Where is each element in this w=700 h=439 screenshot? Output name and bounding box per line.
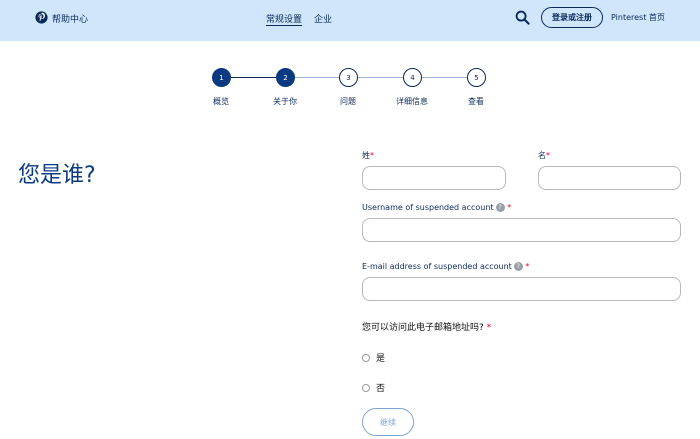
pinterest-logo-icon[interactable] xyxy=(35,11,48,24)
email-label-text: E-mail address of suspended account xyxy=(362,262,512,271)
step-connector xyxy=(295,77,340,78)
step-4-indicator: 4 xyxy=(403,68,422,87)
step-4-label: 详细信息 xyxy=(396,97,428,106)
step-3-indicator: 3 xyxy=(339,68,358,87)
last-name-input[interactable] xyxy=(362,166,506,190)
continue-button[interactable]: 继续 xyxy=(362,408,414,436)
required-mark: * xyxy=(507,203,512,212)
step-connector xyxy=(231,77,276,78)
pinterest-home-link[interactable]: Pinterest 首页 xyxy=(611,12,665,23)
step-5-label: 查看 xyxy=(468,97,484,106)
email-access-question: 您可以访问此电子邮箱地址吗? * xyxy=(362,320,491,333)
email-label: E-mail address of suspended account? * xyxy=(362,262,529,271)
required-mark: * xyxy=(370,151,374,160)
username-label-text: Username of suspended account xyxy=(362,203,494,212)
page-title: 您是谁? xyxy=(18,163,96,188)
search-icon[interactable] xyxy=(515,10,530,25)
email-input[interactable] xyxy=(362,277,681,301)
first-name-label: 名* xyxy=(538,150,550,161)
help-center-link[interactable]: 帮助中心 xyxy=(52,12,88,25)
step-5-indicator: 5 xyxy=(467,68,486,87)
nav-business[interactable]: 企业 xyxy=(314,12,332,25)
step-2-label: 关于你 xyxy=(273,97,297,106)
required-mark: * xyxy=(525,262,530,271)
option-no-label: 否 xyxy=(376,384,386,394)
required-mark: * xyxy=(546,151,550,160)
help-icon[interactable]: ? xyxy=(495,203,505,212)
help-icon[interactable]: ? xyxy=(513,262,523,271)
step-2-indicator: 2 xyxy=(276,68,295,87)
option-yes-label: 是 xyxy=(376,354,386,364)
step-connector xyxy=(422,77,467,78)
step-1-label: 概览 xyxy=(213,97,229,106)
login-signup-button[interactable]: 登录或注册 xyxy=(541,7,603,28)
nav-general-settings[interactable]: 常规设置 xyxy=(266,12,302,25)
option-no[interactable]: 否 xyxy=(362,381,385,394)
first-name-label-text: 名 xyxy=(538,151,546,160)
step-1-indicator: 1 xyxy=(212,68,231,87)
radio-yes[interactable] xyxy=(362,353,370,362)
username-label: Username of suspended account? * xyxy=(362,203,511,212)
radio-no[interactable] xyxy=(362,383,370,392)
required-mark: * xyxy=(486,323,492,333)
first-name-input[interactable] xyxy=(538,166,681,190)
step-connector xyxy=(358,77,403,78)
top-header: 帮助中心 常规设置 企业 登录或注册 Pinterest 首页 xyxy=(0,0,700,41)
option-yes[interactable]: 是 xyxy=(362,351,385,364)
last-name-label-text: 姓 xyxy=(362,151,370,160)
username-input[interactable] xyxy=(362,218,681,242)
last-name-label: 姓* xyxy=(362,150,374,161)
email-access-question-text: 您可以访问此电子邮箱地址吗? xyxy=(362,323,484,333)
step-3-label: 问题 xyxy=(340,97,356,106)
